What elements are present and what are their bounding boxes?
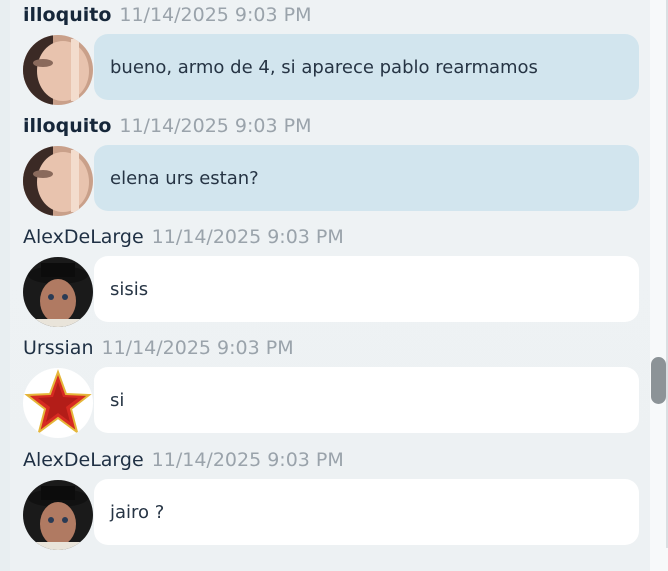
message-timestamp: 11/14/2025 9:03 PM xyxy=(101,337,294,359)
message-author[interactable]: Urssian xyxy=(23,337,93,359)
message-author[interactable]: AlexDeLarge xyxy=(23,449,144,471)
alexdelarge-avatar[interactable] xyxy=(23,257,93,327)
message-author[interactable]: AlexDeLarge xyxy=(23,226,144,248)
message-bubble: si xyxy=(94,367,639,433)
alexdelarge-avatar[interactable] xyxy=(23,480,93,550)
chat-message: illoquito 11/14/2025 9:03 PM elena urs es… xyxy=(23,113,640,224)
scrollbar-thumb[interactable] xyxy=(651,357,666,404)
urssian-star-avatar[interactable] xyxy=(23,368,93,438)
message-bubble: sisis xyxy=(94,256,639,322)
illoquito-avatar[interactable] xyxy=(23,146,93,216)
chat-message: Urssian 11/14/2025 9:03 PM si xyxy=(23,335,640,446)
illoquito-avatar[interactable] xyxy=(23,35,93,105)
chat-message: illoquito 11/14/2025 9:03 PM bueno, armo … xyxy=(23,2,640,113)
message-bubble: bueno, armo de 4, si aparece pablo rearm… xyxy=(94,34,639,100)
message-timestamp: 11/14/2025 9:03 PM xyxy=(119,115,312,137)
message-bubble: elena urs estan? xyxy=(94,145,639,211)
chat-message: AlexDeLarge 11/14/2025 9:03 PM jairo ? xyxy=(23,447,640,558)
message-author[interactable]: illoquito xyxy=(23,4,111,26)
message-timestamp: 11/14/2025 9:03 PM xyxy=(119,4,312,26)
chat-message: AlexDeLarge 11/14/2025 9:03 PM sisis xyxy=(23,224,640,335)
chat-message-list[interactable]: illoquito 11/14/2025 9:03 PM bueno, armo … xyxy=(10,0,650,571)
message-timestamp: 11/14/2025 9:03 PM xyxy=(151,226,344,248)
message-author[interactable]: illoquito xyxy=(23,115,111,137)
message-bubble: jairo ? xyxy=(94,479,639,545)
message-timestamp: 11/14/2025 9:03 PM xyxy=(151,449,344,471)
